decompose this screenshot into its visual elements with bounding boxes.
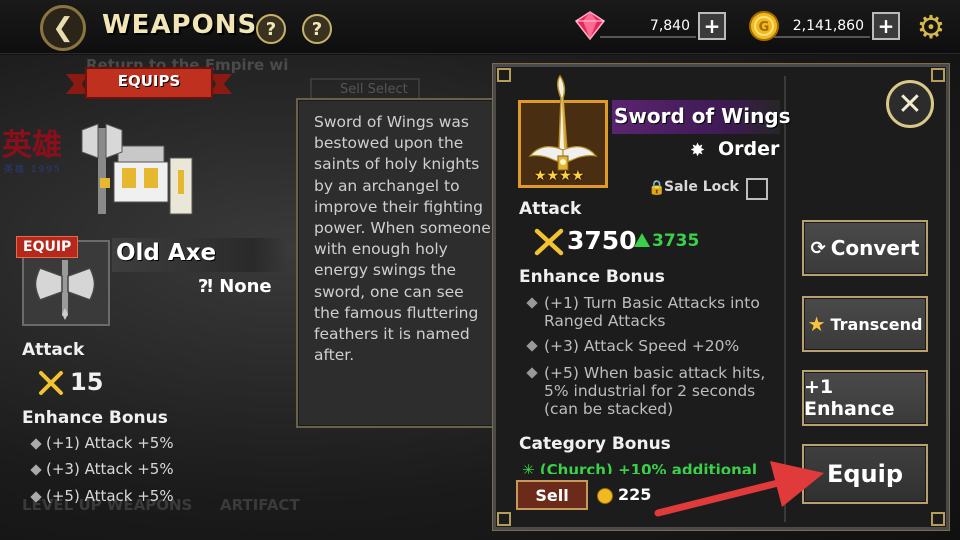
enhance-button[interactable]: +1 Enhance <box>802 370 928 426</box>
sparkle-icon: ✳ <box>522 461 540 474</box>
weapon-name: Sword of Wings <box>614 104 791 128</box>
settings-gear-icon[interactable]: ⚙ <box>914 10 948 44</box>
hero-character-sprite <box>81 123 193 215</box>
sell-button[interactable]: Sell <box>516 480 588 510</box>
help-button-2[interactable]: ? <box>302 14 332 44</box>
add-gold-button[interactable]: + <box>872 12 900 40</box>
equipped-enhance-label: Enhance Bonus <box>22 408 168 428</box>
category-bonus-label: Category Bonus <box>519 434 671 454</box>
axe-icon <box>34 260 96 320</box>
crossed-swords-icon <box>39 371 63 395</box>
equipped-weapon-name: Old Axe <box>116 240 217 266</box>
sell-price: 225 <box>618 485 652 504</box>
background-logo-subtext: 英雄 1995 <box>4 165 62 175</box>
corner-ornament <box>931 512 945 526</box>
enhance-bonus-item: (+3) Attack Speed +20% <box>526 337 768 355</box>
background-logo-kanji: 英雄 <box>2 128 62 163</box>
equipped-weapon-type: ⁈ None <box>198 276 272 297</box>
diamond-bullet-icon <box>30 490 42 503</box>
sale-lock-checkbox[interactable] <box>746 178 768 200</box>
equip-badge: EQUIP <box>16 236 79 258</box>
red-arrow-annotation <box>654 461 824 517</box>
equipped-enhance-item: (+5) Attack +5% <box>30 487 174 505</box>
equipped-attack-label: Attack <box>22 340 85 360</box>
gem-count: 7,840 <box>600 14 696 38</box>
unknown-type-icon: ⁈ <box>198 276 220 297</box>
refresh-icon: ⟳ <box>810 237 826 259</box>
background-artifacts-text: ARTIFACT <box>220 496 300 514</box>
corner-ornament <box>931 68 945 82</box>
help-button-1[interactable]: ? <box>256 14 286 44</box>
page-title: WEAPONS <box>102 10 258 40</box>
svg-text:G: G <box>759 20 770 35</box>
attack-difference: 3735 <box>652 231 700 251</box>
diamond-bullet-icon <box>30 463 42 476</box>
increase-arrow-icon <box>634 233 650 247</box>
back-button[interactable]: ❮ <box>40 5 86 51</box>
gold-coin-icon: G <box>749 11 779 41</box>
crossed-swords-icon <box>534 228 564 256</box>
equipped-attack-value: 15 <box>70 368 104 396</box>
weapon-type: Order <box>718 138 780 160</box>
equips-label: EQUIPS <box>117 72 181 90</box>
corner-ornament <box>497 68 511 82</box>
transcend-button[interactable]: ★ Transcend <box>802 296 928 352</box>
enhance-bonus-item: (+5) When basic attack hits, 5% industri… <box>526 364 768 418</box>
convert-button[interactable]: ⟳ Convert <box>802 220 928 276</box>
attack-value: 3750 <box>567 226 637 255</box>
diamond-bullet-icon <box>30 437 42 450</box>
enhance-bonus-label: Enhance Bonus <box>519 267 665 287</box>
equipped-enhance-item: (+3) Attack +5% <box>30 460 174 478</box>
star-icon: ★ <box>807 312 826 336</box>
gold-count: 2,141,860 <box>774 14 870 38</box>
add-gems-button[interactable]: + <box>698 12 726 40</box>
sale-lock-label: Sale Lock <box>664 179 739 195</box>
equipped-enhance-item: (+1) Attack +5% <box>30 434 174 452</box>
weapon-description: Sword of Wings was bestowed upon the sai… <box>314 113 491 365</box>
corner-ornament <box>497 512 511 526</box>
order-type-icon: ✸ <box>690 140 706 161</box>
lock-icon: 🔒 <box>648 180 666 196</box>
star-rating: ★★★★ <box>534 168 585 184</box>
gold-coin-icon <box>597 488 613 504</box>
chevron-left-icon: ❮ <box>52 13 74 43</box>
gem-icon <box>574 11 606 41</box>
enhance-bonus-item: (+1) Turn Basic Attacks into Ranged Atta… <box>526 294 768 330</box>
close-button[interactable]: ✕ <box>886 80 934 128</box>
attack-label: Attack <box>519 199 582 219</box>
